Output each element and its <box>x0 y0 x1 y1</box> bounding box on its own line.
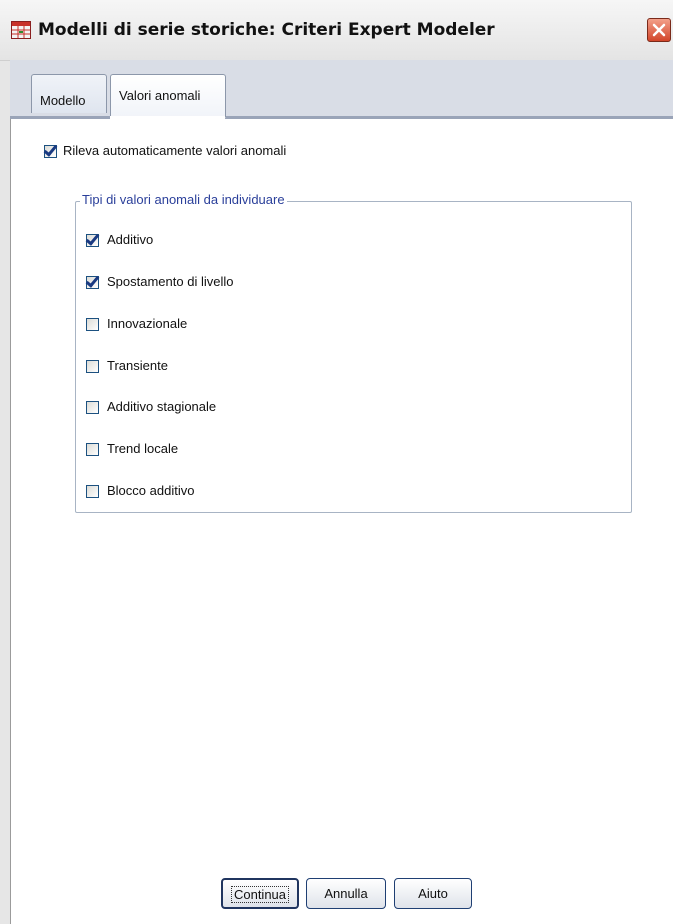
label-trend-locale[interactable]: Trend locale <box>107 441 178 456</box>
table-icon <box>11 21 31 39</box>
auto-detect-checkbox[interactable] <box>44 145 57 158</box>
auto-detect-label[interactable]: Rileva automaticamente valori anomali <box>63 143 286 158</box>
dialog-window: Modelli di serie storiche: Criteri Exper… <box>0 0 673 924</box>
close-icon <box>652 23 666 37</box>
checkbox-blocco-additivo[interactable] <box>86 485 99 498</box>
continue-button[interactable]: Continua <box>221 878 299 909</box>
help-button[interactable]: Aiuto <box>394 878 472 909</box>
active-tab-underline <box>110 116 225 119</box>
outlier-types-group <box>75 201 632 513</box>
label-spostamento-di-livello[interactable]: Spostamento di livello <box>107 274 233 289</box>
tab-valori-anomali-label: Valori anomali <box>119 88 201 103</box>
outlier-types-legend: Tipi di valori anomali da individuare <box>80 192 287 207</box>
tab-modello-label: Modello <box>40 93 86 108</box>
label-additivo-stagionale[interactable]: Additivo stagionale <box>107 399 216 414</box>
window-title: Modelli di serie storiche: Criteri Exper… <box>38 20 495 40</box>
label-blocco-additivo[interactable]: Blocco additivo <box>107 483 194 498</box>
label-transiente[interactable]: Transiente <box>107 358 168 373</box>
checkbox-spostamento-di-livello[interactable] <box>86 276 99 289</box>
checkbox-trend-locale[interactable] <box>86 443 99 456</box>
checkbox-innovazionale[interactable] <box>86 318 99 331</box>
label-additivo[interactable]: Additivo <box>107 232 153 247</box>
checkbox-additivo-stagionale[interactable] <box>86 401 99 414</box>
checkbox-transiente[interactable] <box>86 360 99 373</box>
label-innovazionale[interactable]: Innovazionale <box>107 316 187 331</box>
checkbox-additivo[interactable] <box>86 234 99 247</box>
close-button[interactable] <box>647 18 671 42</box>
tab-valori-anomali[interactable]: Valori anomali <box>110 74 226 118</box>
continue-button-label: Continua <box>230 886 290 903</box>
cancel-button[interactable]: Annulla <box>306 878 386 909</box>
title-bar[interactable]: Modelli di serie storiche: Criteri Exper… <box>0 0 673 61</box>
tab-modello[interactable]: Modello <box>31 74 107 113</box>
